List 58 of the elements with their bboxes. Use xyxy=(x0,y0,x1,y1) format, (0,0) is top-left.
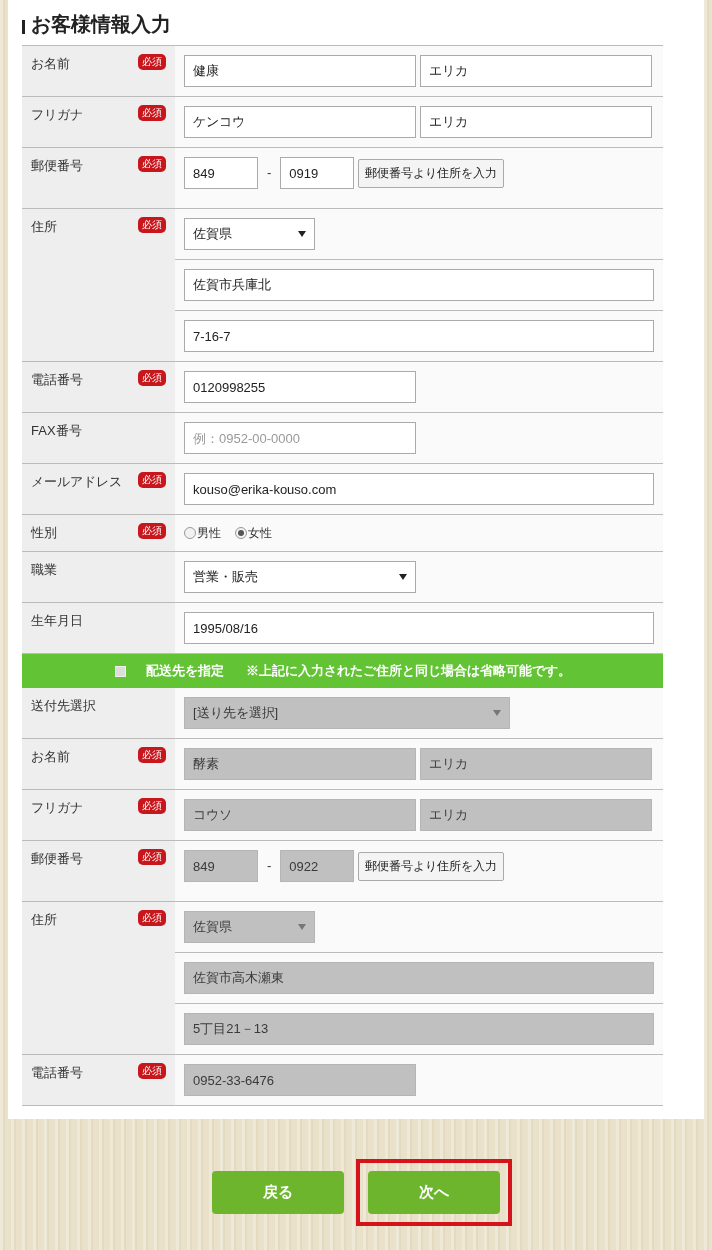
required-badge: 必須 xyxy=(138,370,166,386)
field-label: 郵便番号 xyxy=(31,157,83,175)
text-field[interactable]: 佐賀市兵庫北 xyxy=(184,269,654,301)
dash-text: - xyxy=(266,857,273,876)
dropdown[interactable]: 佐賀県 xyxy=(184,218,315,250)
text-field[interactable]: 849 xyxy=(184,157,258,189)
text-field[interactable]: 1995/08/16 xyxy=(184,612,654,644)
text-field[interactable]: 7-16-7 xyxy=(184,320,654,352)
field-label: お名前 xyxy=(31,55,70,73)
required-badge: 必須 xyxy=(138,217,166,233)
required-badge: 必須 xyxy=(138,472,166,488)
required-badge: 必須 xyxy=(138,910,166,926)
field-label: 生年月日 xyxy=(31,612,83,630)
required-badge: 必須 xyxy=(138,849,166,865)
field-label: 性別 xyxy=(31,524,57,542)
field-label: 電話番号 xyxy=(31,371,83,389)
required-badge: 必須 xyxy=(138,798,166,814)
shipping-note: ※上記に入力されたご住所と同じ場合は省略可能です。 xyxy=(245,662,571,681)
field-label: 住所 xyxy=(31,911,57,929)
required-badge: 必須 xyxy=(138,54,166,70)
checkbox[interactable] xyxy=(114,665,126,677)
field-label: お名前 xyxy=(31,748,70,766)
required-badge: 必須 xyxy=(138,156,166,172)
radio-label[interactable]: 男性 xyxy=(197,524,221,542)
required-badge: 必須 xyxy=(138,105,166,121)
heading-bar xyxy=(22,19,25,34)
caret-icon xyxy=(493,710,501,716)
field-label: 職業 xyxy=(31,561,57,579)
caret-icon xyxy=(399,574,407,580)
zip-lookup-button[interactable]: 郵便番号より住所を入力 xyxy=(358,851,505,881)
field-label: 住所 xyxy=(31,218,57,236)
text-field[interactable]: 健康 xyxy=(184,55,416,87)
dropdown[interactable]: 営業・販売 xyxy=(184,561,416,593)
field-label: メールアドレス xyxy=(31,473,122,491)
text-field[interactable]: 例：0952-00-0000 xyxy=(184,422,416,454)
dash-text: - xyxy=(266,164,273,183)
text-field[interactable]: 0120998255 xyxy=(184,371,416,403)
text-field[interactable]: エリカ xyxy=(420,106,652,138)
field-label: フリガナ xyxy=(31,106,83,124)
radio-button[interactable] xyxy=(235,527,247,539)
caret-icon xyxy=(298,924,306,930)
text-field[interactable]: ケンコウ xyxy=(184,106,416,138)
required-badge: 必須 xyxy=(138,747,166,763)
field-label: 電話番号 xyxy=(31,1064,83,1082)
field-label: 送付先選択 xyxy=(31,697,96,715)
required-badge: 必須 xyxy=(138,523,166,539)
text-field[interactable]: エリカ xyxy=(420,55,652,87)
zip-lookup-button[interactable]: 郵便番号より住所を入力 xyxy=(358,158,505,188)
radio-label[interactable]: 女性 xyxy=(248,524,272,542)
caret-icon xyxy=(298,231,306,237)
page-heading: お客様情報入力 xyxy=(31,11,171,36)
field-label: FAX番号 xyxy=(31,422,82,440)
field-label: 郵便番号 xyxy=(31,850,83,868)
required-badge: 必須 xyxy=(138,1063,166,1079)
text-field[interactable]: 0919 xyxy=(280,157,355,189)
radio-button[interactable] xyxy=(184,527,196,539)
field-label: フリガナ xyxy=(31,799,83,817)
text-field[interactable]: kouso@erika-kouso.com xyxy=(184,473,654,505)
